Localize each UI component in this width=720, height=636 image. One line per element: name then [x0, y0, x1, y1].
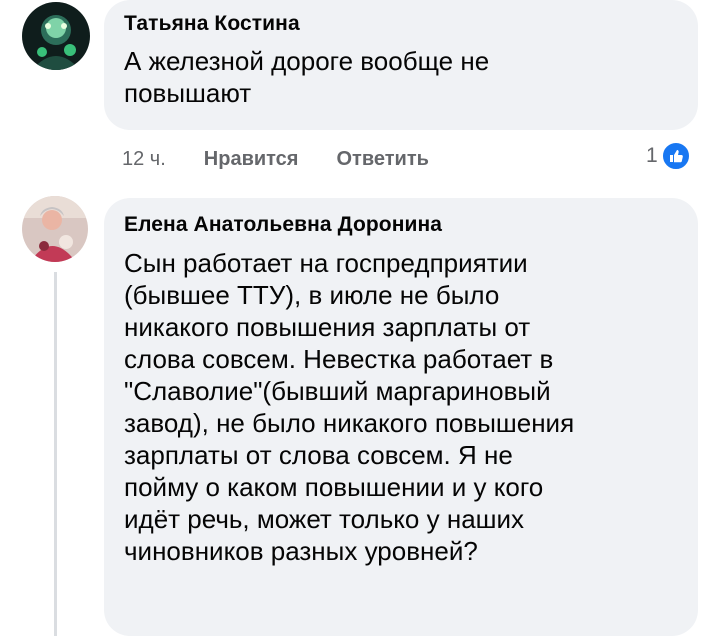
- comment-bubble-1: Татьяна Костина А железной дороге вообще…: [104, 0, 698, 130]
- comment-author[interactable]: Елена Анатольевна Доронина: [124, 213, 442, 237]
- thread-line: [54, 272, 57, 636]
- avatar-tatiana[interactable]: [22, 2, 90, 70]
- comment-bubble-2: Елена Анатольевна Доронина Сын работает …: [104, 198, 698, 636]
- comment-timestamp[interactable]: 12 ч.: [122, 148, 166, 171]
- like-button[interactable]: Нравится: [204, 148, 299, 171]
- comment-text: А железной дороге вообще не повышают: [124, 46, 490, 108]
- reaction-summary[interactable]: 1: [646, 141, 691, 171]
- comment-author[interactable]: Татьяна Костина: [124, 12, 300, 36]
- like-icon: [660, 141, 691, 171]
- comment-text: Сын работает на госпредприятии (бывшее Т…: [124, 248, 575, 566]
- comment-actions-1: 12 ч. Нравится Ответить: [122, 144, 429, 174]
- avatar-elena[interactable]: [22, 196, 88, 262]
- reply-button[interactable]: Ответить: [336, 148, 428, 171]
- reaction-count: 1: [646, 144, 658, 167]
